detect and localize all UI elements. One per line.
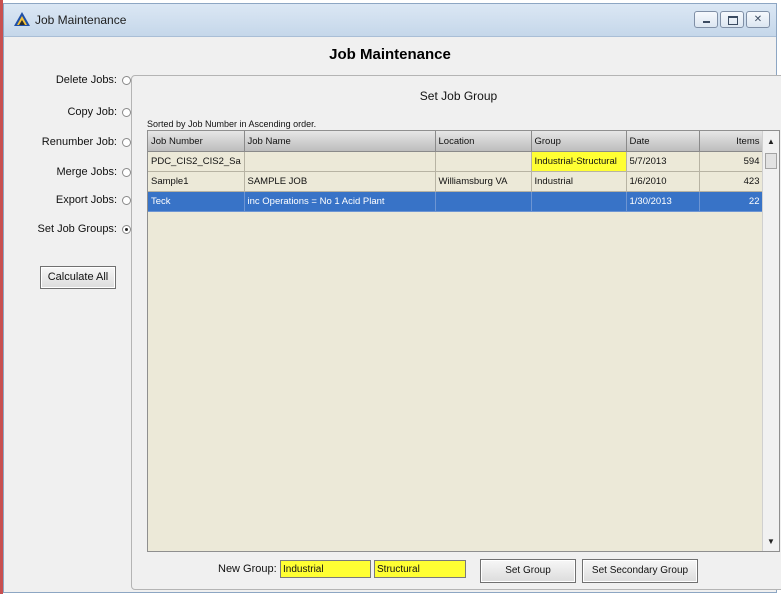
group-input[interactable]: [280, 560, 371, 578]
table-row[interactable]: Sample1 SAMPLE JOB Williamsburg VA Indus…: [148, 171, 765, 192]
new-group-label: New Group:: [218, 563, 277, 575]
column-header-group[interactable]: Group: [531, 131, 627, 152]
option-label: Export Jobs:: [55, 194, 117, 206]
cell-job-name: SAMPLE JOB: [244, 171, 436, 192]
cell-date: 1/30/2013: [626, 191, 700, 212]
radio-delete-jobs[interactable]: [122, 75, 131, 85]
cell-location: Williamsburg VA: [435, 171, 532, 192]
sort-note: Sorted by Job Number in Ascending order.: [147, 119, 317, 129]
option-renumber-job[interactable]: Renumber Job:: [42, 136, 131, 148]
scroll-up-icon[interactable]: ▲: [763, 135, 779, 149]
secondary-group-input[interactable]: [374, 560, 466, 578]
panel-title: Set Job Group: [419, 89, 498, 103]
cell-group: [531, 191, 627, 212]
cell-group: Industrial: [531, 171, 627, 192]
close-icon[interactable]: ✕: [746, 11, 770, 28]
radio-merge-jobs[interactable]: [122, 167, 131, 177]
cell-location: [435, 151, 532, 172]
scroll-thumb[interactable]: [765, 153, 777, 169]
window-title: Job Maintenance: [35, 13, 127, 27]
option-delete-jobs[interactable]: Delete Jobs:: [56, 74, 131, 86]
column-header-job-name[interactable]: Job Name: [244, 131, 436, 152]
radio-set-job-groups[interactable]: [122, 224, 131, 234]
table-scrollbar[interactable]: ▲ ▼: [762, 131, 779, 551]
table-row-selected[interactable]: Teck inc Operations = No 1 Acid Plant 1/…: [148, 191, 765, 212]
calculate-all-button[interactable]: Calculate All: [40, 266, 116, 289]
minimize-icon[interactable]: [694, 11, 718, 28]
jobs-table: Job Number Job Name Location Group Date …: [147, 130, 780, 552]
maximize-icon[interactable]: [720, 11, 744, 28]
column-header-items[interactable]: Items: [699, 131, 765, 152]
app-logo-icon: [14, 12, 30, 26]
cell-job-name: [244, 151, 436, 172]
column-header-job-number[interactable]: Job Number: [148, 131, 245, 152]
option-label: Set Job Groups:: [37, 223, 118, 235]
page-title: Job Maintenance: [329, 46, 451, 63]
cell-items: 22: [699, 191, 765, 212]
radio-renumber-job[interactable]: [122, 137, 131, 147]
option-label: Merge Jobs:: [56, 166, 117, 178]
option-merge-jobs[interactable]: Merge Jobs:: [56, 166, 131, 178]
cell-job-number: Sample1: [148, 171, 245, 192]
radio-copy-job[interactable]: [122, 107, 131, 117]
table-row[interactable]: PDC_CIS2_CIS2_Sa Industrial-Structural 5…: [148, 151, 765, 172]
app-window: Job Maintenance ✕ Job Maintenance Delete…: [3, 3, 781, 593]
cell-date: 5/7/2013: [626, 151, 700, 172]
column-header-location[interactable]: Location: [435, 131, 532, 152]
set-job-group-panel: Set Job Group Sorted by Job Number in As…: [131, 75, 781, 590]
cell-group-highlighted: Industrial-Structural: [531, 151, 627, 172]
table-header-row: Job Number Job Name Location Group Date …: [148, 131, 765, 152]
title-bar: Job Maintenance ✕: [4, 4, 776, 37]
option-export-jobs[interactable]: Export Jobs:: [56, 194, 131, 206]
cell-location: [435, 191, 532, 212]
option-copy-job[interactable]: Copy Job:: [67, 106, 131, 118]
new-group-bar: New Group: Set Group Set Secondary Group: [132, 559, 781, 585]
scroll-down-icon[interactable]: ▼: [763, 535, 779, 549]
option-set-job-groups[interactable]: Set Job Groups:: [37, 223, 131, 235]
window-controls: ✕: [694, 11, 770, 28]
set-group-button[interactable]: Set Group: [480, 559, 576, 583]
cell-date: 1/6/2010: [626, 171, 700, 192]
option-label: Delete Jobs:: [55, 74, 117, 86]
option-label: Copy Job:: [67, 106, 117, 118]
cell-items: 423: [699, 171, 765, 192]
cell-job-number: Teck: [148, 191, 245, 212]
radio-export-jobs[interactable]: [122, 195, 131, 205]
column-header-date[interactable]: Date: [626, 131, 700, 152]
cell-items: 594: [699, 151, 765, 172]
option-label: Renumber Job:: [41, 136, 117, 148]
cell-job-name: inc Operations = No 1 Acid Plant: [244, 191, 436, 212]
cell-job-number: PDC_CIS2_CIS2_Sa: [148, 151, 245, 172]
set-secondary-group-button[interactable]: Set Secondary Group: [582, 559, 698, 583]
